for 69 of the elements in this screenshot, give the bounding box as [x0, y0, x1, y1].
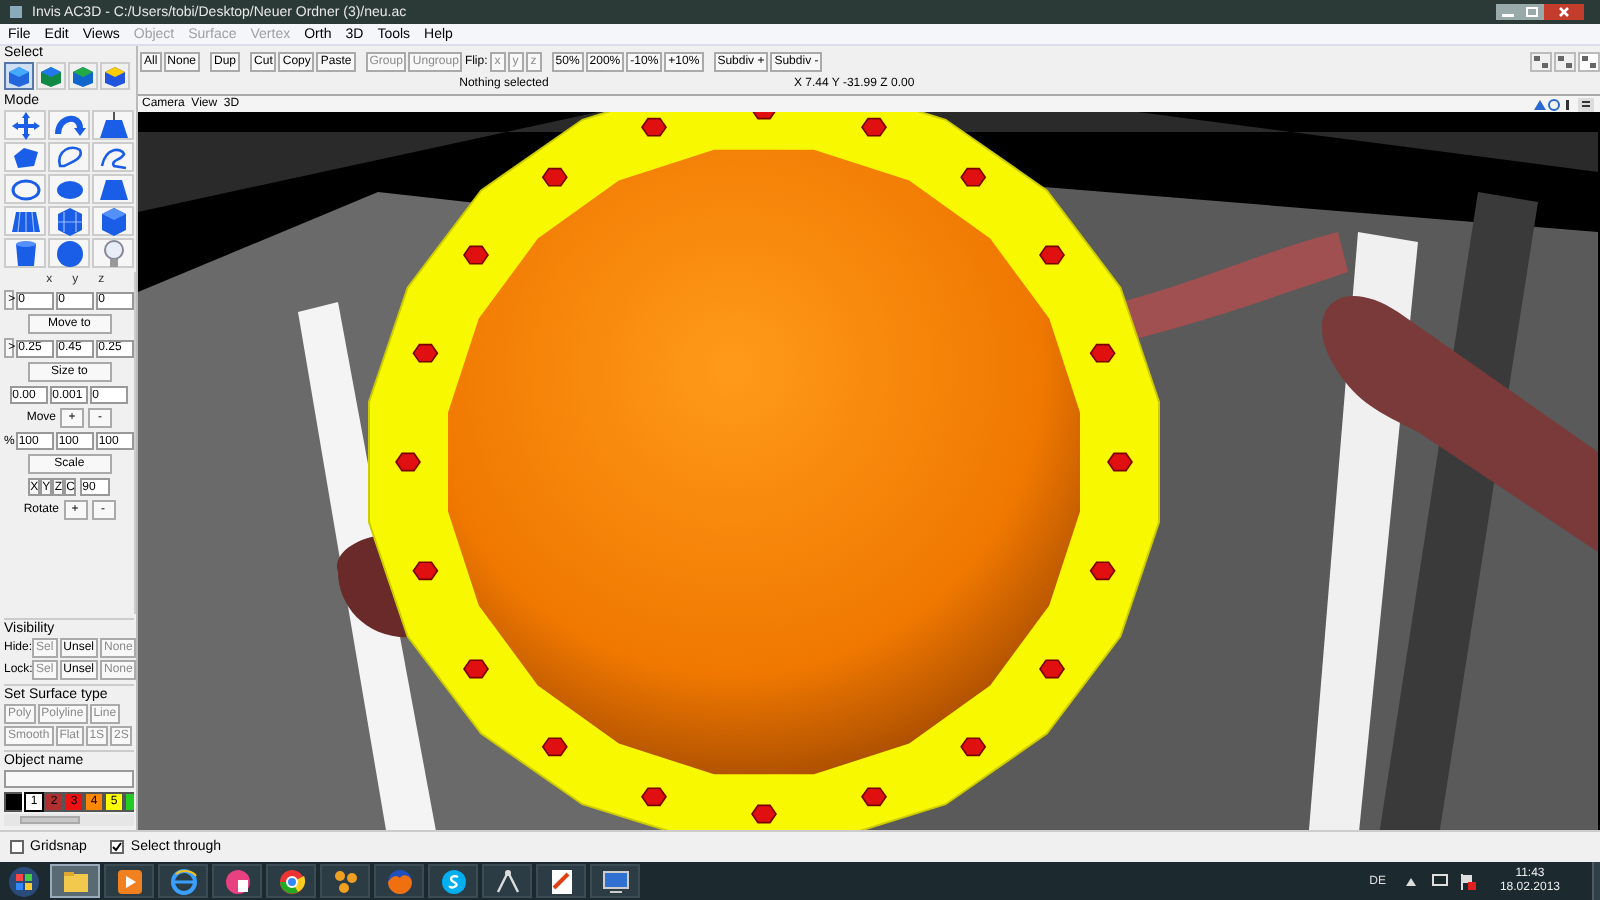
mode-tool-button[interactable] [92, 142, 134, 172]
view-split-icon [1558, 56, 1572, 68]
loop-icon [53, 141, 85, 173]
view-layout-button[interactable] [1530, 52, 1552, 72]
mode-tool-button[interactable] [4, 174, 46, 204]
node-graph-icon [493, 867, 521, 895]
view-quad-icon [1582, 56, 1596, 68]
cube-icon [97, 205, 129, 237]
trapezoid-icon [97, 109, 129, 141]
taskbar-button[interactable] [482, 864, 532, 898]
panel-icon [1578, 97, 1594, 111]
scrollbar[interactable] [4, 814, 134, 826]
taskbar-button[interactable] [428, 864, 478, 898]
close-icon [1544, 4, 1584, 20]
move-icon [9, 109, 41, 141]
mode-tool-button[interactable] [92, 110, 134, 140]
caret-up-icon [1405, 877, 1416, 885]
mode-tool-button[interactable] [48, 238, 90, 268]
color-swatch[interactable] [4, 792, 24, 812]
mode-tool-button[interactable] [48, 206, 90, 236]
mode-tool-button[interactable] [4, 142, 46, 172]
view-layout-button[interactable] [1578, 52, 1600, 72]
maximize-icon [1520, 4, 1544, 20]
cube-icon [8, 65, 30, 87]
cube-icon [72, 65, 94, 87]
checkbox[interactable] [110, 840, 125, 854]
select-tool-button[interactable] [68, 62, 98, 90]
checkbox[interactable] [10, 840, 24, 854]
monitor-icon [601, 867, 629, 895]
select-tool-button[interactable] [36, 62, 66, 90]
app-circle-icon [223, 867, 251, 895]
mode-tool-button[interactable] [48, 142, 90, 172]
start-button-icon [8, 865, 40, 897]
flag-icon [1459, 873, 1476, 889]
select-tool-button[interactable] [4, 62, 34, 90]
taskbar-button[interactable] [320, 864, 370, 898]
mode-tool-button[interactable] [4, 238, 46, 268]
grid-cube-icon [53, 205, 85, 237]
mode-tool-button[interactable] [4, 110, 46, 140]
taskbar-button[interactable] [536, 864, 586, 898]
select-tool-button[interactable] [100, 62, 130, 90]
object-name-field[interactable] [4, 770, 134, 788]
mode-tool-button[interactable] [92, 238, 134, 268]
cube-icon [104, 65, 126, 87]
minimize-icon [1496, 4, 1520, 20]
mode-tool-button[interactable] [92, 206, 134, 236]
view-layout-button[interactable] [1554, 52, 1576, 72]
app-icon [8, 4, 24, 20]
sphere-icon [53, 237, 85, 269]
document-icon [547, 867, 575, 895]
taskbar-button[interactable] [158, 864, 208, 898]
view-tools-icon [1532, 97, 1572, 111]
taskbar-button[interactable] [266, 864, 316, 898]
folder-icon [61, 867, 89, 895]
check-icon [112, 842, 123, 852]
play-icon [115, 867, 143, 895]
cube-icon [40, 65, 62, 87]
network-icon [1431, 874, 1448, 888]
mode-tool-button[interactable] [48, 110, 90, 140]
network-nodes-icon [331, 867, 359, 895]
mode-tool-button[interactable] [92, 174, 134, 204]
browser-icon [169, 867, 197, 895]
taskbar-button[interactable] [212, 864, 262, 898]
mode-tool-button[interactable] [48, 174, 90, 204]
view-single-icon [1534, 56, 1548, 68]
scrollbar[interactable] [134, 272, 137, 614]
taskbar-button[interactable] [590, 864, 640, 898]
mode-tool-button[interactable] [4, 206, 46, 236]
taskbar-button[interactable] [104, 864, 154, 898]
